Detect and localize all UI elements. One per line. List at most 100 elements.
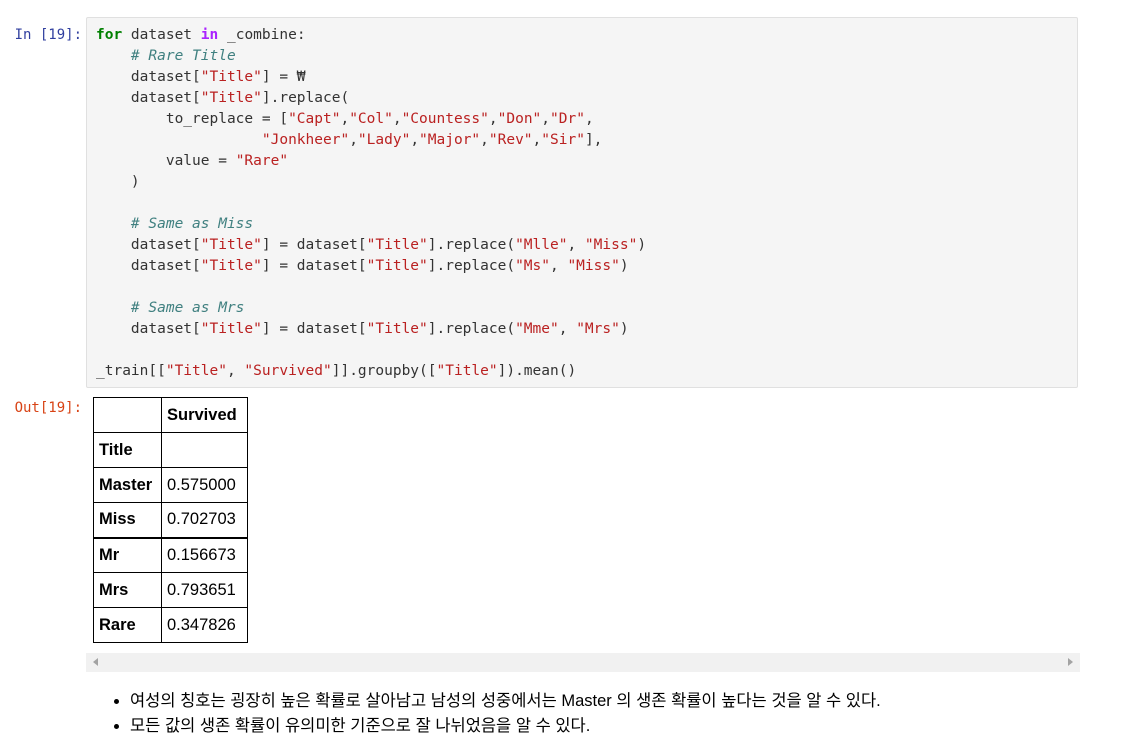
code-token: , [541, 111, 551, 127]
code-token: ], [584, 132, 603, 148]
code-token: ] = ₩ [261, 69, 306, 85]
code-token: ) [619, 258, 629, 274]
code-line: "Jonkheer","Lady","Major","Rev","Sir"], [96, 132, 603, 148]
code-line: ) [96, 174, 140, 190]
code-token: "Title" [200, 321, 262, 337]
column-header-survived: Survived [161, 397, 248, 433]
code-token: dataset [122, 27, 201, 43]
code-token: "Countess" [401, 111, 489, 127]
row-value: 0.793651 [161, 572, 248, 608]
code-token: dataset[ [96, 69, 201, 85]
code-token: in [200, 27, 219, 43]
row-label: Master [93, 467, 162, 503]
code-token: "Mrs" [576, 321, 620, 337]
list-item: 모든 값의 생존 확률이 유의미한 기준으로 잘 나뉘었음을 알 수 있다. [130, 714, 881, 739]
code-token: ].replace( [427, 321, 516, 337]
code-token: "Title" [200, 237, 262, 253]
code-token: , [392, 111, 402, 127]
code-token: "Rare" [235, 153, 289, 169]
code-token: "Miss" [567, 258, 620, 274]
code-line: value = "Rare" [96, 153, 288, 169]
code-token: # Same as Mrs [130, 300, 245, 316]
code-token: "Dr" [550, 111, 585, 127]
table-row: Miss 0.702703 [93, 502, 248, 538]
scroll-right-arrow-icon[interactable] [1068, 658, 1073, 666]
code-token: # Rare Title [130, 48, 236, 64]
code-token: ]].groupby([ [331, 363, 437, 379]
code-token: "Title" [366, 258, 428, 274]
code-token: ].replace( [427, 237, 516, 253]
row-label: Mrs [93, 572, 162, 608]
scroll-left-arrow-icon[interactable] [93, 658, 98, 666]
code-token: "Title" [200, 69, 262, 85]
code-token: "Survived" [244, 363, 332, 379]
code-token: to_replace = [ [96, 111, 289, 127]
input-prompt: In [19]: [14, 27, 82, 43]
code-token: for [96, 27, 123, 43]
row-label: Miss [93, 502, 162, 538]
row-value: 0.156673 [161, 536, 248, 573]
code-token: ] = dataset[ [261, 258, 367, 274]
code-line: dataset["Title"] = dataset["Title"].repl… [96, 258, 629, 274]
code-line: dataset["Title"] = ₩ [96, 69, 306, 85]
code-token: , [567, 237, 585, 253]
code-line: # Rare Title [96, 48, 236, 64]
code-editor[interactable]: for dataset in _combine: # Rare Title da… [87, 18, 1077, 382]
index-name-empty-cell [161, 432, 248, 468]
code-line: _train[["Title", "Survived"]].groupby(["… [96, 363, 576, 379]
code-line: dataset["Title"] = dataset["Title"].repl… [96, 321, 629, 337]
code-token: "Capt" [288, 111, 341, 127]
code-token: , [584, 111, 594, 127]
row-label: Mr [93, 536, 162, 573]
code-token: ]).mean() [497, 363, 577, 379]
table-row: Master 0.575000 [93, 467, 248, 503]
code-token: "Mlle" [515, 237, 568, 253]
code-token: ) [619, 321, 629, 337]
code-token: "Miss" [584, 237, 638, 253]
code-token: , [480, 132, 489, 148]
code-token: "Major" [419, 132, 481, 148]
table-row: Rare 0.347826 [93, 607, 248, 643]
code-token: _train[[ [96, 363, 166, 379]
table-row: Mr 0.156673 [93, 536, 248, 573]
code-token: "Title" [366, 321, 428, 337]
code-token: "Col" [349, 111, 393, 127]
code-token: ].replace( [427, 258, 516, 274]
code-line: # Same as Miss [96, 216, 253, 232]
row-value: 0.702703 [161, 502, 248, 538]
row-value: 0.347826 [161, 607, 248, 643]
code-token: , [349, 132, 358, 148]
index-name-header: Title [93, 432, 162, 468]
row-label: Rare [93, 607, 162, 643]
horizontal-scrollbar[interactable] [86, 653, 1080, 672]
code-token: dataset[ [96, 237, 201, 253]
code-token: "Title" [436, 363, 498, 379]
code-token: ) [96, 174, 140, 190]
code-token: value = [96, 153, 236, 169]
row-value: 0.575000 [161, 467, 248, 503]
code-token: dataset[ [96, 90, 201, 106]
code-token: "Lady" [357, 132, 411, 148]
code-line: dataset["Title"] = dataset["Title"].repl… [96, 237, 646, 253]
table-row: Mrs 0.793651 [93, 572, 248, 608]
corner-cell [93, 397, 162, 433]
markdown-notes: 여성의 칭호는 굉장히 높은 확률로 살아남고 남성의 성중에서는 Master… [104, 689, 881, 739]
output-dataframe: Survived Title Master 0.575000 Miss 0.70… [93, 397, 248, 643]
code-token: , [340, 111, 350, 127]
code-token: "Ms" [515, 258, 550, 274]
code-token: ] = dataset[ [261, 237, 367, 253]
code-token: , [549, 258, 568, 274]
code-token: , [226, 363, 245, 379]
code-token: , [532, 132, 542, 148]
code-token: , [558, 321, 577, 337]
output-prompt: Out[19]: [14, 400, 82, 416]
code-cell[interactable]: for dataset in _combine: # Rare Title da… [86, 17, 1078, 388]
code-token: # Same as Miss [130, 216, 254, 232]
code-token: "Don" [497, 111, 542, 127]
code-line: to_replace = ["Capt","Col","Countess","D… [96, 111, 594, 127]
code-token: "Jonkheer" [261, 132, 350, 148]
